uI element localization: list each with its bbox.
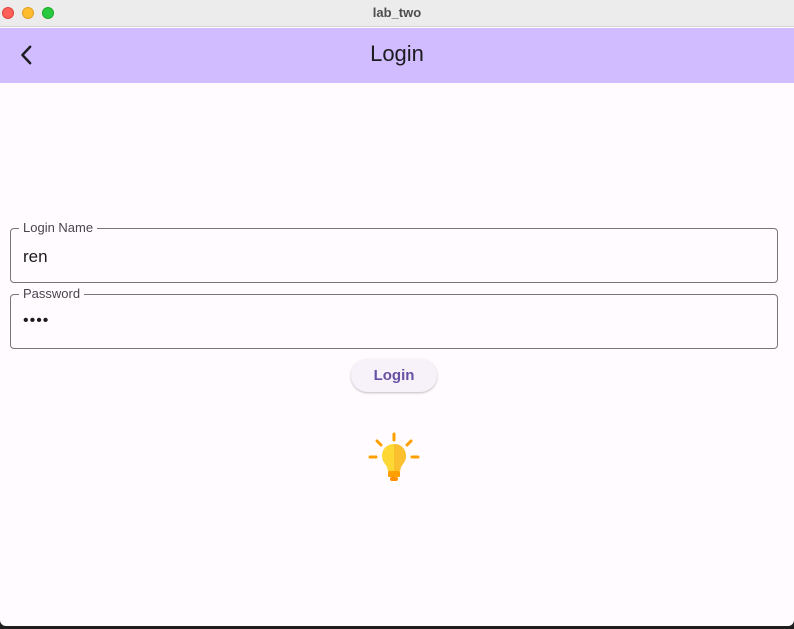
- app-bar: Login: [0, 28, 794, 83]
- login-name-input[interactable]: ren: [23, 247, 48, 267]
- login-name-field[interactable]: Login Name ren: [10, 220, 778, 283]
- password-input[interactable]: ••••: [23, 311, 49, 331]
- app-window: lab_two Login Login Name ren Password ••…: [0, 0, 794, 626]
- page-title: Login: [370, 41, 424, 66]
- password-field[interactable]: Password ••••: [10, 286, 778, 349]
- lightbulb-icon: [368, 432, 420, 481]
- window-title: lab_two: [372, 5, 422, 20]
- login-button[interactable]: Login: [351, 359, 437, 392]
- password-label: Password: [19, 286, 85, 302]
- window-titlebar: lab_two: [0, 0, 794, 27]
- login-name-label: Login Name: [19, 220, 98, 236]
